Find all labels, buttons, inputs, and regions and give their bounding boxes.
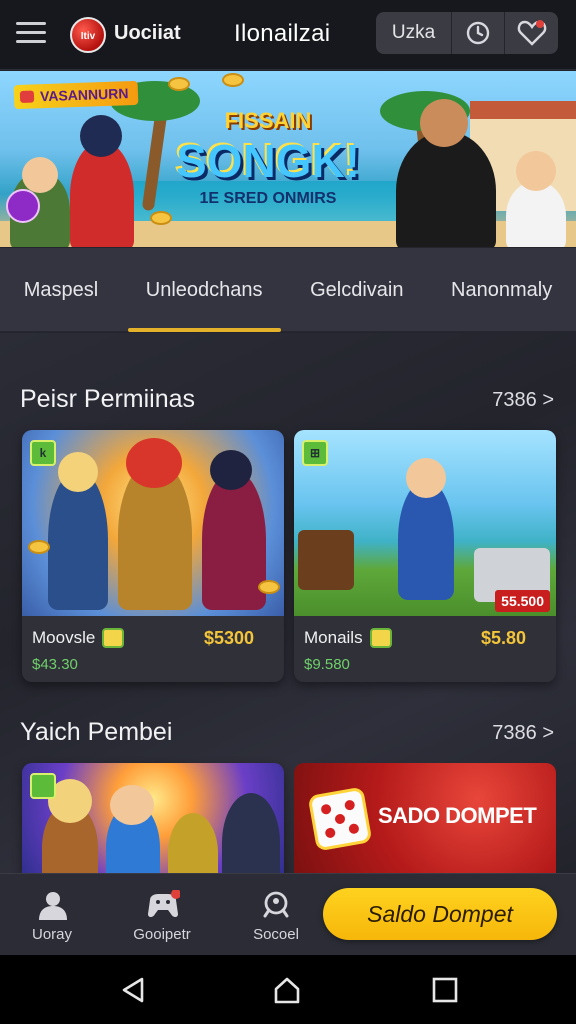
heart-icon xyxy=(517,20,546,46)
card-1-price: $5300 xyxy=(203,628,254,648)
content-area[interactable]: Peisr Permiinas 7386 > k Moovsle $5300 $… xyxy=(0,333,576,873)
tab-gelcdivain[interactable]: Gelcdivain xyxy=(300,248,413,332)
card-2-price-tag: 55.500 xyxy=(495,590,550,612)
top-bar: Itiv Uociiat Ilonailzai Uzka xyxy=(0,0,576,70)
gem-icon xyxy=(102,628,124,648)
hero-tag: VASANNURN xyxy=(13,80,139,110)
coin-decoration xyxy=(28,540,50,554)
home-icon[interactable] xyxy=(272,975,302,1005)
top-actions-group: Uzka xyxy=(376,12,558,54)
hero-figure-blonde-head xyxy=(58,452,98,492)
category-tabs: Maspesl Unleodchans Gelcdivain Nanonmaly xyxy=(0,248,576,332)
promo-text: SADO DOMPET xyxy=(378,803,537,828)
game-card-1-info: Moovsle $5300 $43.30 xyxy=(22,616,284,682)
game-card-2-info: Monails $5.80 $9.580 xyxy=(294,616,556,682)
nav-item-uoray[interactable]: Uoray xyxy=(2,874,102,956)
action-button[interactable]: Uzka xyxy=(376,12,452,54)
app-title: Ilonailzai xyxy=(234,20,331,47)
card-2-name: Monails xyxy=(304,628,363,647)
back-icon[interactable] xyxy=(118,975,148,1005)
kid-character-head xyxy=(406,458,446,498)
hero-figure xyxy=(222,793,280,873)
section-title-1: Peisr Permiinas xyxy=(20,385,196,413)
card-1-badge: k xyxy=(30,440,56,466)
clock-icon xyxy=(466,21,490,45)
see-more-link-1[interactable]: 7386 > xyxy=(492,389,554,412)
logo-text: Uociiat xyxy=(114,22,181,44)
dice-icon xyxy=(307,786,373,852)
see-more-link-2[interactable]: 7386 > xyxy=(492,722,554,745)
game-card-3-image xyxy=(22,763,284,873)
coin-decoration xyxy=(168,77,190,91)
history-button[interactable] xyxy=(452,12,505,54)
recent-apps-icon[interactable] xyxy=(430,975,460,1005)
coin-decoration xyxy=(150,211,172,225)
hero-figure xyxy=(168,813,218,873)
game-controller-icon xyxy=(148,890,180,917)
tab-nanonmaly[interactable]: Nanonmaly xyxy=(441,248,562,332)
saldo-dompet-button[interactable]: Saldo Dompet xyxy=(323,888,557,940)
hero-title-main: SONGK! xyxy=(176,135,360,187)
kid-character xyxy=(398,480,454,600)
game-card-1[interactable]: k Moovsle $5300 $43.30 xyxy=(22,430,284,682)
system-navigation-bar xyxy=(0,955,576,1024)
nav-item-socoel[interactable]: Socoel xyxy=(226,874,326,956)
hamburger-menu-icon[interactable] xyxy=(16,22,46,46)
game-card-2-image: ⊞ 55.500 xyxy=(294,430,556,616)
nav-label: Uoray xyxy=(31,926,72,943)
hero-figure-dark-head xyxy=(210,450,252,490)
nav-label: Gooipetr xyxy=(133,926,191,943)
section-title-2: Yaich Pembei xyxy=(20,718,173,746)
hero-figure-dark xyxy=(202,470,266,610)
gem-icon xyxy=(370,628,392,648)
nav-item-gooipetr[interactable]: Gooipetr xyxy=(112,874,212,956)
card-2-price: $5.80 xyxy=(480,628,526,648)
card-2-badge: ⊞ xyxy=(302,440,328,466)
tab-maspesl[interactable]: Maspesl xyxy=(14,248,108,332)
wooden-crate xyxy=(298,530,354,590)
coin-decoration xyxy=(258,580,280,594)
hero-subtitle: 1E SRED ONMIRS xyxy=(199,190,337,207)
coin-decoration xyxy=(222,73,244,87)
promo-card-saldo[interactable]: SADO DOMPET xyxy=(294,763,556,873)
logo-badge: Itiv xyxy=(70,17,106,53)
hero-title-top: FISSAIN xyxy=(224,108,312,133)
search-icon xyxy=(263,891,289,918)
hero-figure-red-hair-head xyxy=(126,438,182,488)
game-card-3[interactable] xyxy=(22,763,284,873)
tab-unleodchans[interactable]: Unleodchans xyxy=(127,248,281,332)
card-3-badge xyxy=(30,773,56,799)
game-card-1-image: k xyxy=(22,430,284,616)
hero-figure-head xyxy=(110,785,154,825)
card-1-name: Moovsle xyxy=(32,628,96,647)
favorites-button[interactable] xyxy=(505,12,558,54)
game-card-2[interactable]: ⊞ 55.500 Monails $5.80 $9.580 xyxy=(294,430,556,682)
nav-label: Socoel xyxy=(253,926,299,943)
user-icon xyxy=(39,892,67,920)
card-1-sub-price: $43.30 xyxy=(32,656,78,673)
card-2-sub-price: $9.580 xyxy=(304,656,350,673)
